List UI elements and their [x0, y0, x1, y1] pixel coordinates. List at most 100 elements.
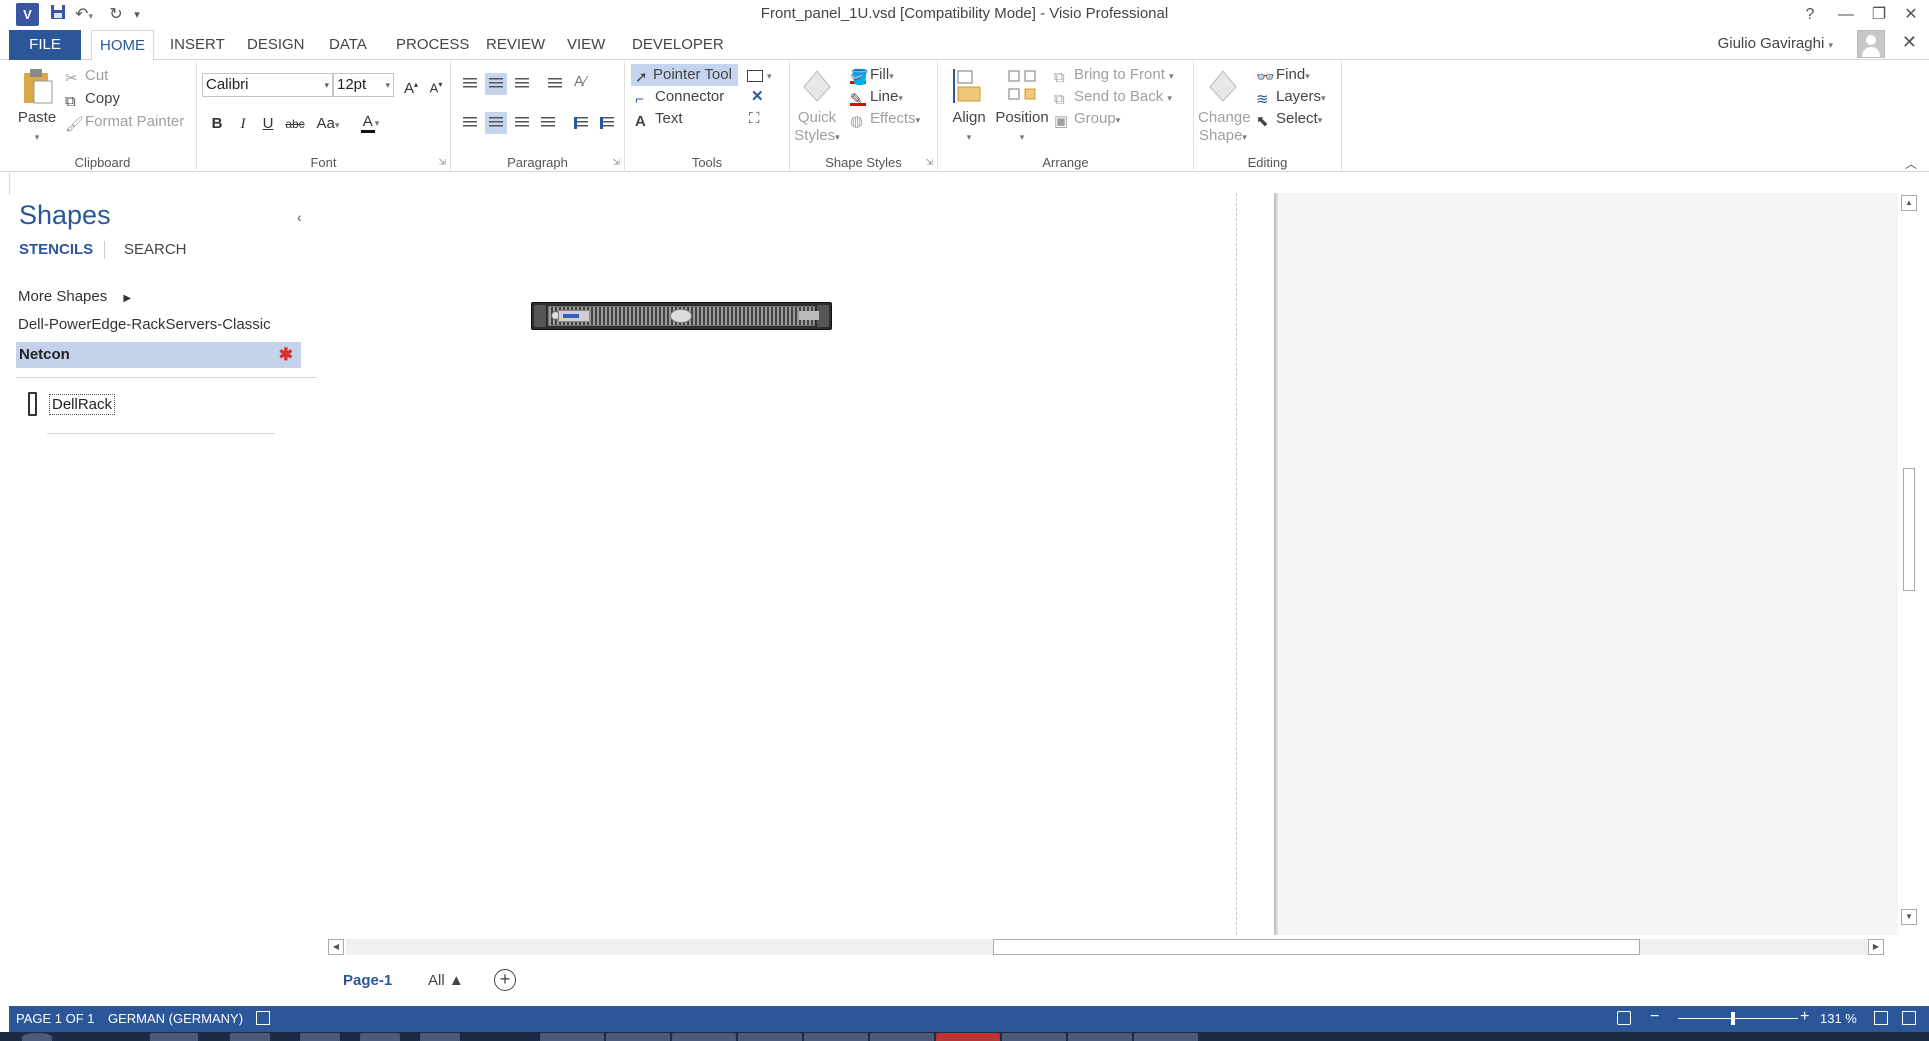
strikethrough-button[interactable]: abc: [281, 113, 309, 135]
tab-stencils[interactable]: STENCILS: [19, 241, 93, 258]
find-button[interactable]: 👓Find▾: [1256, 65, 1310, 86]
taskbar-item[interactable]: [738, 1033, 802, 1041]
start-button[interactable]: [22, 1033, 52, 1041]
zoom-level[interactable]: 131 %: [1820, 1011, 1857, 1026]
text-direction-button[interactable]: A⁄: [571, 73, 593, 95]
tab-review[interactable]: REVIEW: [478, 30, 553, 60]
increase-indent-button[interactable]: [596, 112, 618, 134]
scroll-up-icon[interactable]: ▲: [1901, 195, 1917, 211]
taskbar-item[interactable]: [1134, 1033, 1198, 1041]
taskbar-item[interactable]: [230, 1033, 270, 1041]
align-right-button[interactable]: [511, 112, 533, 134]
more-shapes-menu[interactable]: More Shapes ▶: [18, 288, 131, 305]
align-left-button[interactable]: [459, 112, 481, 134]
scroll-left-icon[interactable]: ◀: [328, 939, 344, 955]
connection-point-icon[interactable]: ✕: [751, 87, 764, 107]
zoom-slider[interactable]: [1678, 1018, 1798, 1019]
position-button[interactable]: Position ▾: [994, 67, 1050, 146]
page-indicator[interactable]: PAGE 1 OF 1: [16, 1011, 95, 1026]
paste-button[interactable]: Paste ▾: [17, 67, 57, 146]
taskbar-item[interactable]: [150, 1033, 198, 1041]
close-document-icon[interactable]: ✕: [1902, 32, 1917, 53]
text-tool-button[interactable]: A Text: [635, 109, 683, 130]
align-top-button[interactable]: [459, 73, 481, 95]
bold-button[interactable]: B: [206, 113, 228, 135]
taskbar-item[interactable]: [606, 1033, 670, 1041]
tab-home[interactable]: HOME: [91, 30, 154, 61]
dellrack-master-label[interactable]: DellRack: [49, 394, 116, 415]
tab-process[interactable]: PROCESS: [388, 30, 477, 60]
zoom-in-icon[interactable]: +: [1800, 1008, 1809, 1026]
change-case-button[interactable]: Aa▾: [311, 113, 345, 136]
fill-button[interactable]: 🪣Fill▾: [850, 65, 894, 86]
taskbar-item[interactable]: [420, 1033, 460, 1041]
rectangle-tool-button[interactable]: ▾: [747, 65, 772, 86]
macro-record-icon[interactable]: [256, 1011, 270, 1025]
taskbar-item[interactable]: [1002, 1033, 1066, 1041]
bullets-button[interactable]: [544, 73, 566, 95]
justify-button[interactable]: [537, 112, 559, 134]
pointer-tool-button[interactable]: ➚ Pointer Tool: [631, 64, 738, 86]
italic-button[interactable]: I: [232, 113, 254, 135]
taskbar-item[interactable]: [672, 1033, 736, 1041]
align-button[interactable]: Align ▾: [948, 67, 990, 146]
language-indicator[interactable]: GERMAN (GERMANY): [108, 1011, 243, 1026]
tab-file[interactable]: FILE: [9, 30, 81, 60]
taskbar-item[interactable]: [300, 1033, 340, 1041]
select-button[interactable]: ⬉ Select▾: [1256, 109, 1322, 130]
tab-search[interactable]: SEARCH: [124, 241, 187, 258]
taskbar-item[interactable]: [936, 1033, 1000, 1041]
align-center-button[interactable]: [485, 112, 507, 134]
tab-developer[interactable]: DEVELOPER: [624, 30, 732, 60]
layers-button[interactable]: ≋ Layers▾: [1256, 87, 1326, 108]
minimize-button[interactable]: —: [1833, 2, 1859, 28]
align-bottom-button[interactable]: [511, 73, 533, 95]
group-button[interactable]: ▣ Group▾: [1054, 109, 1120, 130]
collapse-ribbon-icon[interactable]: ︿: [1905, 155, 1917, 172]
bring-to-front-button[interactable]: ⧉ Bring to Front ▾: [1054, 65, 1174, 86]
add-page-icon[interactable]: +: [494, 969, 516, 991]
tab-design[interactable]: DESIGN: [239, 30, 313, 60]
taskbar-item[interactable]: [540, 1033, 604, 1041]
taskbar-item[interactable]: [1068, 1033, 1132, 1041]
restore-button[interactable]: ❐: [1866, 2, 1892, 28]
dellrack-master-icon[interactable]: [28, 392, 37, 416]
drawing-canvas[interactable]: [328, 173, 1898, 935]
shape-styles-dialog-launcher-icon[interactable]: ⇲: [925, 157, 933, 168]
send-to-back-button[interactable]: ⧉ Send to Back ▾: [1054, 87, 1172, 108]
zoom-out-icon[interactable]: −: [1650, 1008, 1659, 1026]
grow-font-button[interactable]: A▴: [400, 74, 422, 100]
taskbar-item[interactable]: [360, 1033, 400, 1041]
close-button[interactable]: ✕: [1898, 2, 1924, 28]
switch-windows-icon[interactable]: [1902, 1011, 1916, 1025]
decrease-indent-button[interactable]: [570, 112, 592, 134]
zoom-slider-thumb[interactable]: [1731, 1012, 1735, 1025]
stencil-netcon[interactable]: Netcon ✱: [16, 342, 301, 368]
presentation-mode-icon[interactable]: [1617, 1011, 1631, 1025]
vertical-scroll-thumb[interactable]: [1903, 468, 1915, 591]
dell-rack-server-shape[interactable]: [531, 302, 832, 330]
horizontal-scroll-thumb[interactable]: [993, 939, 1640, 955]
avatar[interactable]: [1857, 30, 1885, 58]
scroll-right-icon[interactable]: ▶: [1868, 939, 1884, 955]
stencil-dell-poweredge[interactable]: Dell-PowerEdge-RackServers-Classic: [18, 316, 271, 333]
help-button[interactable]: ?: [1797, 2, 1823, 28]
connector-button[interactable]: ⌐ Connector: [635, 87, 724, 108]
font-color-button[interactable]: A ▾: [353, 111, 387, 134]
tab-insert[interactable]: INSERT: [162, 30, 233, 60]
cut-button[interactable]: ✂ Cut: [65, 66, 108, 87]
effects-button[interactable]: ◍ Effects▾: [850, 109, 920, 130]
taskbar-item[interactable]: [804, 1033, 868, 1041]
font-dialog-launcher-icon[interactable]: ⇲: [438, 157, 446, 168]
format-painter-button[interactable]: 🖌Format Painter: [65, 112, 184, 133]
vertical-scrollbar[interactable]: ▲ ▼: [1898, 193, 1918, 935]
taskbar-item[interactable]: [870, 1033, 934, 1041]
font-size-select[interactable]: 12pt ▾: [333, 73, 394, 97]
tab-data[interactable]: DATA: [321, 30, 375, 60]
fit-page-icon[interactable]: [1874, 1011, 1888, 1025]
quick-styles-button[interactable]: Quick Styles▾: [794, 67, 840, 146]
change-shape-button[interactable]: Change Shape▾: [1198, 67, 1251, 146]
horizontal-scrollbar[interactable]: ◀ ▶: [328, 937, 1898, 957]
paragraph-dialog-launcher-icon[interactable]: ⇲: [612, 157, 620, 168]
collapse-pane-icon[interactable]: ‹: [297, 209, 302, 225]
